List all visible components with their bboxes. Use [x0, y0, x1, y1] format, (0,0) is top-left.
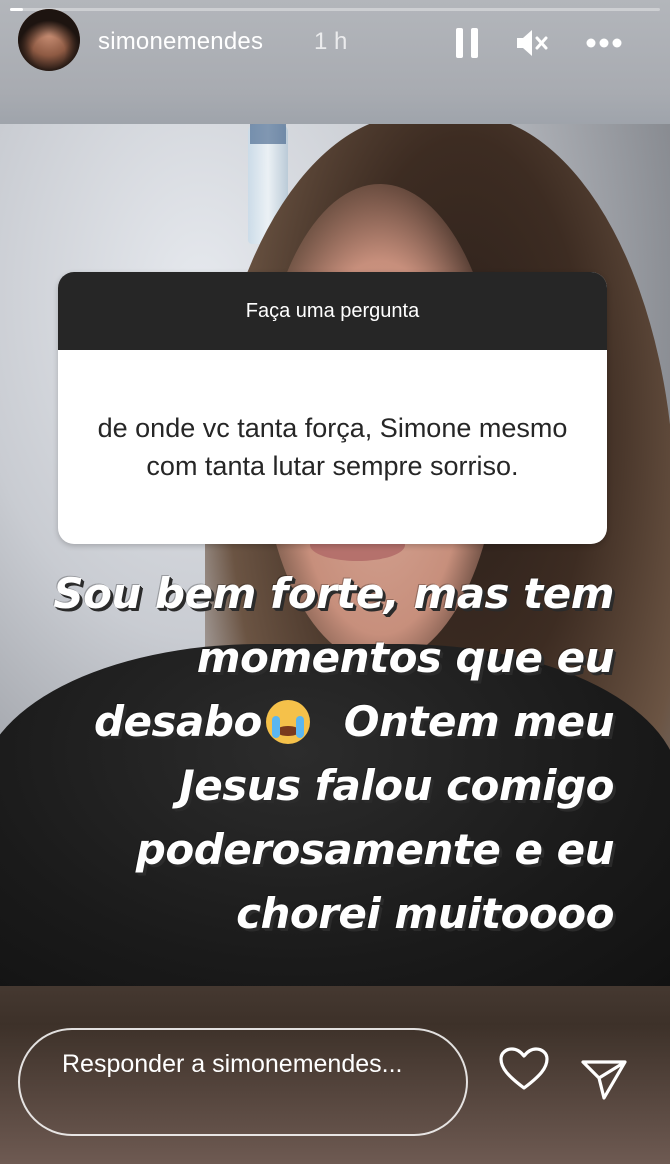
question-sticker-title: Faça uma pergunta [58, 272, 607, 350]
story-progress-fill [10, 8, 23, 11]
story-caption: Sou bem forte, mas tem momentos que eu d… [14, 562, 614, 946]
pause-icon[interactable] [452, 26, 482, 60]
heart-icon[interactable] [498, 1046, 550, 1092]
avatar[interactable] [18, 9, 80, 71]
crying-face-emoji [265, 700, 310, 744]
username[interactable]: simonemendes [98, 28, 263, 56]
question-sticker[interactable]: Faça uma pergunta de onde vc tanta força… [58, 272, 607, 544]
send-icon[interactable] [580, 1058, 628, 1102]
bottle-cap [250, 124, 286, 144]
story-header: simonemendes 1 h [0, 9, 670, 74]
story-progress-bar [10, 8, 660, 11]
story-view[interactable]: simonemendes 1 h Faça uma pergunta de on… [0, 0, 670, 1164]
post-time: 1 h [314, 28, 348, 55]
caption-line: chorei muitoooo [236, 889, 614, 938]
caption-line: Sou bem forte, mas tem [53, 569, 614, 618]
avatar-hair [18, 9, 80, 71]
caption-text: desabo [93, 697, 262, 746]
caption-text: Ontem meu [343, 697, 615, 746]
question-text: de onde vc tanta força, Simone mesmo com… [97, 413, 568, 481]
reply-input[interactable]: Responder a simonemendes... [18, 1028, 468, 1136]
mute-icon[interactable] [512, 26, 552, 60]
more-icon[interactable] [584, 26, 624, 60]
caption-line: desabo Ontem meu [14, 690, 615, 754]
caption-line: poderosamente e eu [135, 825, 615, 874]
caption-line: momentos que eu [196, 633, 615, 682]
caption-line: Jesus falou comigo [179, 761, 614, 810]
